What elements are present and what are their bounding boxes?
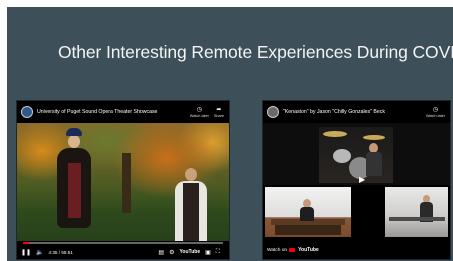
video-frame[interactable] xyxy=(17,123,229,241)
slide-title: Other Interesting Remote Experiences Dur… xyxy=(58,42,453,62)
clock-icon: ◷ xyxy=(432,106,439,113)
captions-icon[interactable]: ▤ xyxy=(158,249,164,256)
watch-later-button[interactable]: ◷ Watch later xyxy=(426,107,445,118)
drummer-body xyxy=(366,152,382,176)
watch-on-youtube[interactable]: Watch on YouTube xyxy=(263,241,450,259)
progress-bar[interactable] xyxy=(23,242,223,244)
player-body xyxy=(300,207,314,221)
performer-vest xyxy=(183,183,199,241)
percussion-player-tile xyxy=(385,187,448,237)
youtube-logo[interactable]: YouTube xyxy=(179,249,200,255)
video-player-opera[interactable]: University of Puget Sound Opera Theater … xyxy=(16,100,230,260)
progress-fill xyxy=(23,242,29,244)
singer-hat xyxy=(66,128,82,136)
clock-icon: ◷ xyxy=(196,106,202,113)
channel-avatar[interactable] xyxy=(267,106,279,118)
video-title[interactable]: University of Puget Sound Opera Theater … xyxy=(37,109,190,115)
share-button[interactable]: ➦ Share xyxy=(214,107,224,118)
settings-gear-icon[interactable]: ⚙ xyxy=(169,249,174,256)
channel-avatar[interactable] xyxy=(21,106,33,118)
tree-trunk xyxy=(122,153,131,213)
pause-icon[interactable]: ❚❚ xyxy=(21,249,31,256)
play-icon[interactable]: ▶ xyxy=(359,175,365,184)
drum xyxy=(333,149,351,163)
video-player-kenaston[interactable]: "Kenaston" by Jason "Chilly Gonzales" Be… xyxy=(262,100,451,260)
time-display: 4:35 / 55:51 xyxy=(48,249,73,255)
marimba-player-tile xyxy=(265,187,351,237)
marimba-frame xyxy=(275,225,341,235)
video-header: "Kenaston" by Jason "Chilly Gonzales" Be… xyxy=(263,101,450,123)
youtube-logo: YouTube xyxy=(298,247,319,253)
cymbal xyxy=(323,131,347,137)
video-title[interactable]: "Kenaston" by Jason "Chilly Gonzales" Be… xyxy=(283,109,426,115)
slide: Other Interesting Remote Experiences Dur… xyxy=(0,0,453,261)
volume-icon[interactable]: 🔈 xyxy=(36,249,43,256)
watch-later-button[interactable]: ◷ Watch later xyxy=(190,107,209,118)
performer-head xyxy=(185,168,197,181)
youtube-play-icon xyxy=(289,248,296,252)
video-header: University of Puget Sound Opera Theater … xyxy=(17,101,229,123)
player-controls: ❚❚ 🔈 4:35 / 55:51 ▤ ⚙ YouTube ▣ ⛶ xyxy=(17,245,229,259)
fullscreen-icon[interactable]: ⛶ xyxy=(216,249,220,256)
singer-apron xyxy=(68,163,81,218)
video-frame[interactable]: ▶ xyxy=(263,123,450,185)
singer-head xyxy=(68,135,80,148)
share-icon: ➦ xyxy=(216,106,222,113)
cymbal xyxy=(363,135,385,140)
drummer-scene xyxy=(319,127,393,183)
vibraphone xyxy=(389,217,445,221)
miniplayer-icon[interactable]: ▣ xyxy=(205,249,211,256)
